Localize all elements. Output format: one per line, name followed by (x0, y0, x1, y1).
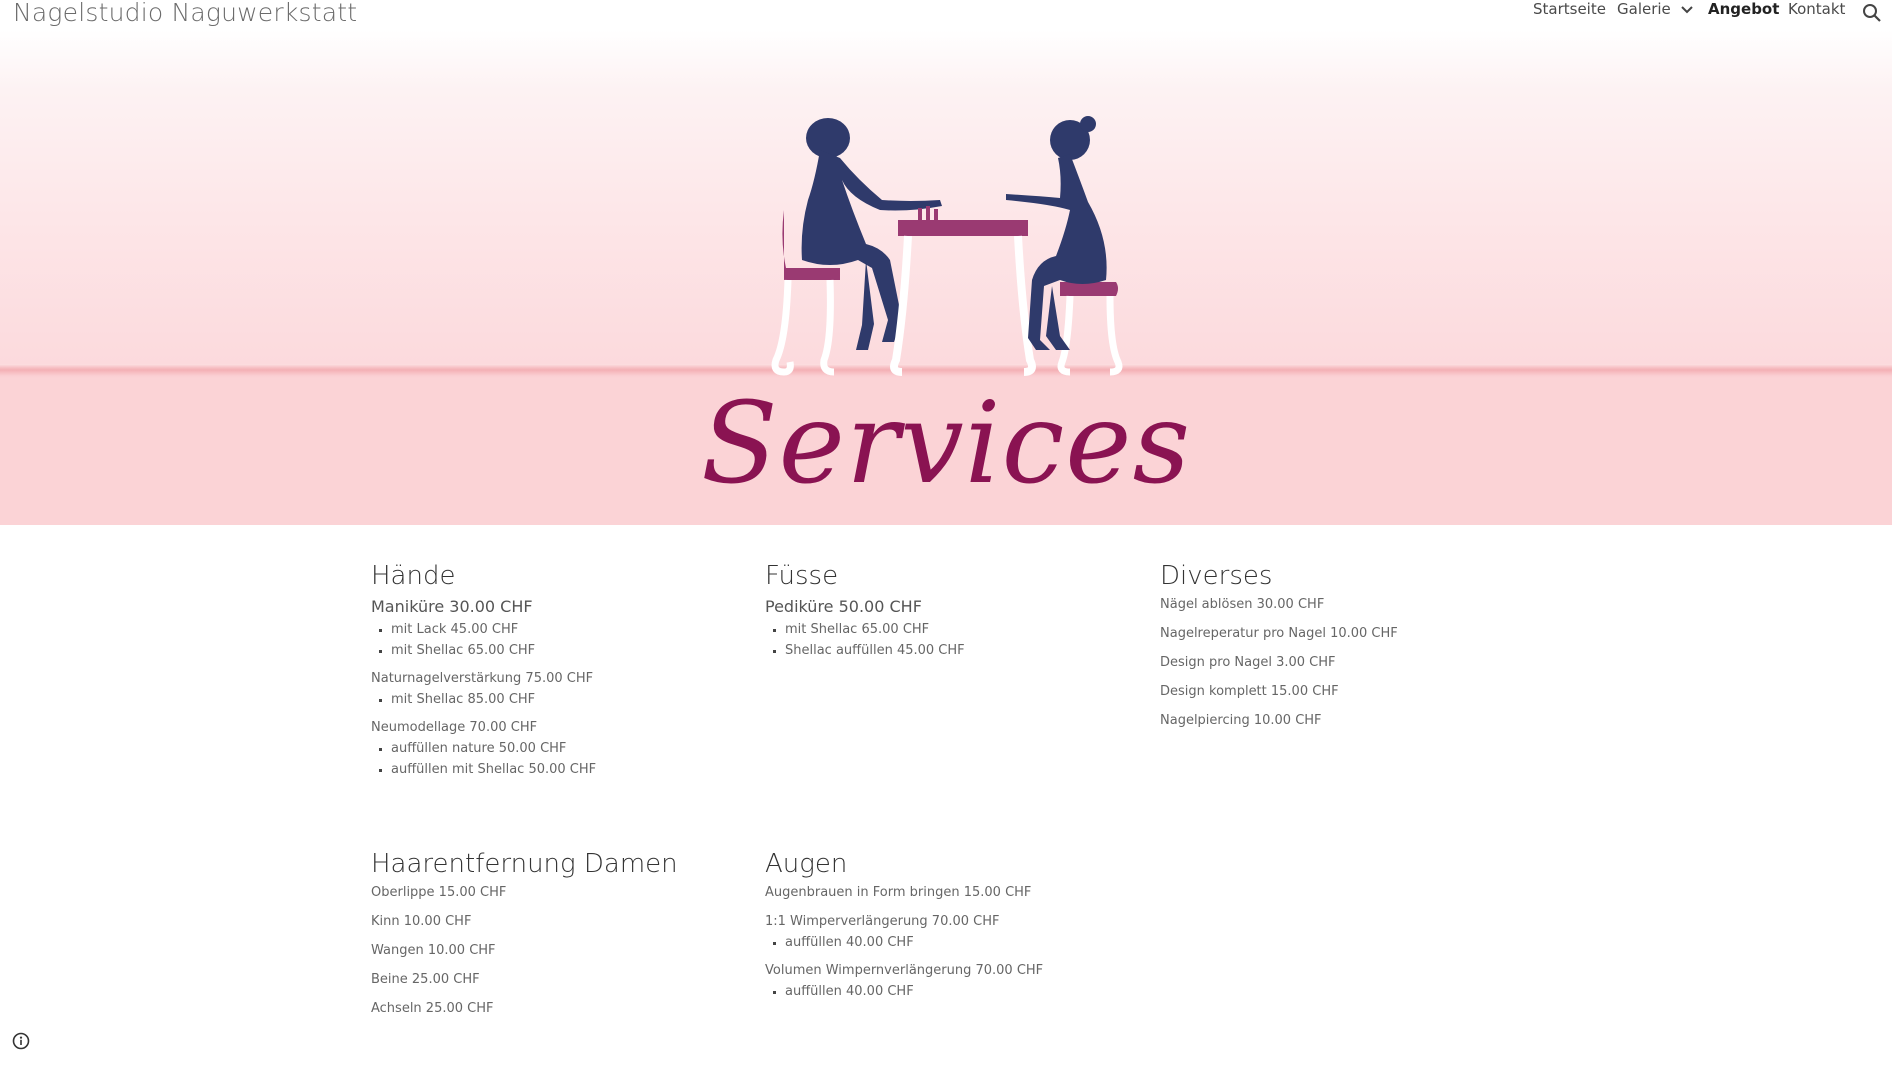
service-manikuere: Maniküre 30.00 CHF (371, 597, 533, 616)
list-item: Design pro Nagel 3.00 CHF (1160, 655, 1336, 670)
section-title: Haarentfernung Damen (371, 849, 678, 879)
nav-item-galerie-label: Galerie (1617, 0, 1671, 18)
list-item: Achseln 25.00 CHF (371, 1001, 494, 1016)
service-list: auffüllen nature 50.00 CHF auffüllen mit… (371, 738, 751, 780)
section-title: Füsse (765, 561, 839, 591)
list-item: Wangen 10.00 CHF (371, 943, 496, 958)
list-item: mit Lack 45.00 CHF (391, 619, 751, 640)
hero-banner: Services (0, 30, 1892, 525)
hero-title: Services (700, 379, 1192, 509)
site-header: Nagelstudio Naguwerkstatt Startseite Gal… (0, 0, 1892, 30)
info-icon[interactable] (12, 1032, 30, 1050)
section-augen: Augen Augenbrauen in Form bringen 15.00 … (765, 848, 1145, 1002)
section-diverses: Diverses Nägel ablösen 30.00 CHF Nagelre… (1160, 560, 1540, 741)
list-item: mit Shellac 65.00 CHF (785, 619, 1145, 640)
list-item: auffüllen 40.00 CHF (785, 981, 1145, 1002)
list-item: mit Shellac 65.00 CHF (391, 640, 751, 661)
service-pedikuere: Pediküre 50.00 CHF (765, 597, 922, 616)
list-item: Shellac auffüllen 45.00 CHF (785, 640, 1145, 661)
site-title[interactable]: Nagelstudio Naguwerkstatt (13, 0, 357, 27)
service-list: mit Shellac 85.00 CHF (371, 689, 751, 710)
service-volumen: Volumen Wimpernverlängerung 70.00 CHF (765, 963, 1044, 978)
section-title: Hände (371, 561, 456, 591)
service-list: mit Lack 45.00 CHF mit Shellac 65.00 CHF (371, 619, 751, 661)
manicure-silhouette-illustration (771, 116, 1123, 376)
list-item: auffüllen nature 50.00 CHF (391, 738, 751, 759)
list-item: Beine 25.00 CHF (371, 972, 480, 987)
section-haende: Hände Maniküre 30.00 CHF mit Lack 45.00 … (371, 560, 751, 780)
list-item: Nagelreperatur pro Nagel 10.00 CHF (1160, 626, 1398, 641)
manicure-table (890, 206, 1036, 376)
list-item: Nagelpiercing 10.00 CHF (1160, 713, 1322, 728)
service-list: auffüllen 40.00 CHF (765, 981, 1145, 1002)
service-list: auffüllen 40.00 CHF (765, 932, 1145, 953)
list-item: Oberlippe 15.00 CHF (371, 885, 507, 900)
list-item: Nägel ablösen 30.00 CHF (1160, 597, 1325, 612)
nav-item-angebot[interactable]: Angebot (1708, 0, 1779, 18)
section-title: Augen (765, 849, 848, 879)
search-icon[interactable] (1862, 3, 1882, 23)
right-chair (1057, 282, 1123, 376)
nav-item-galerie[interactable]: Galerie (1617, 0, 1694, 18)
service-neumodellage: Neumodellage 70.00 CHF (371, 720, 538, 735)
section-haarentfernung: Haarentfernung Damen Oberlippe 15.00 CHF… (371, 848, 751, 1029)
list-item: auffüllen mit Shellac 50.00 CHF (391, 759, 751, 780)
list-item: auffüllen 40.00 CHF (785, 932, 1145, 953)
section-fuesse: Füsse Pediküre 50.00 CHF mit Shellac 65.… (765, 560, 1145, 661)
list-item: Design komplett 15.00 CHF (1160, 684, 1339, 699)
service-wimperverlaengerung: 1:1 Wimperverlängerung 70.00 CHF (765, 914, 1000, 929)
list-item: Kinn 10.00 CHF (371, 914, 472, 929)
nav-item-kontakt[interactable]: Kontakt (1788, 0, 1845, 18)
service-augenbrauen: Augenbrauen in Form bringen 15.00 CHF (765, 885, 1032, 900)
service-list: mit Shellac 65.00 CHF Shellac auffüllen … (765, 619, 1145, 661)
nav-item-startseite[interactable]: Startseite (1533, 0, 1606, 18)
chevron-down-icon[interactable] (1680, 5, 1694, 15)
list-item: mit Shellac 85.00 CHF (391, 689, 751, 710)
service-naturnagel: Naturnagelverstärkung 75.00 CHF (371, 671, 594, 686)
section-title: Diverses (1160, 561, 1273, 591)
